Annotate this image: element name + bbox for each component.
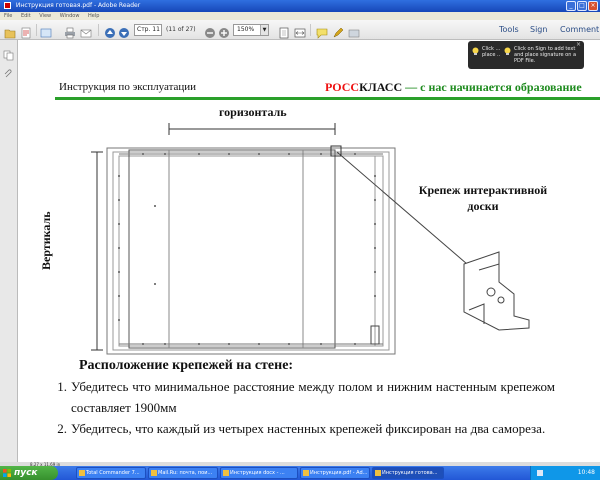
menu-window[interactable]: Window (60, 13, 80, 19)
brand-name-dark: КЛАСС (359, 80, 403, 94)
list-item: 1. Убедитесь что минимальное расстояние … (55, 376, 555, 418)
app-icon (303, 470, 309, 476)
sign-pane-button[interactable]: Sign (530, 24, 547, 36)
toolbar-separator (36, 24, 37, 36)
document-view[interactable]: Инструкция по эксплуатации РОССКЛАСС — с… (19, 40, 600, 462)
app-icon (151, 470, 157, 476)
taskbar-item-label: Инструкция.pdf - Ad... (310, 470, 368, 476)
highlight-icon[interactable] (332, 24, 344, 38)
taskbar-item[interactable]: Инструкция docx - ... (220, 467, 298, 479)
brand-tagline: — с нас начинается образование (402, 80, 582, 94)
taskbar-item[interactable]: Инструкция.pdf - Ad... (300, 467, 370, 479)
page-count: (11 of 27) (166, 26, 196, 33)
close-button[interactable]: × (588, 1, 598, 11)
attachments-icon[interactable] (3, 64, 14, 78)
comment-note-icon[interactable] (316, 24, 328, 39)
brand-name-red: РОСС (325, 80, 360, 94)
comment-pane-button[interactable]: Comment (560, 24, 599, 36)
fit-page-icon[interactable] (278, 24, 290, 39)
windows-logo-icon (3, 469, 11, 477)
tooltip-text: Click on Sign to add text and place sign… (514, 46, 577, 64)
window-title: Инструкция готовая.pdf - Adobe Reader (15, 2, 141, 9)
menu-file[interactable]: File (4, 13, 12, 19)
previous-page-icon[interactable] (104, 24, 116, 38)
header-rule (55, 97, 600, 100)
toolbar: Стр. 11 (11 of 27) 150% ▼ Tools Sign Com… (0, 20, 600, 40)
zoom-select[interactable]: 150% ▼ (233, 24, 269, 36)
maximize-button[interactable]: □ (577, 1, 587, 11)
menu-bar: File Edit View Window Help (0, 12, 600, 20)
list-number: 2. (57, 421, 67, 436)
vertical-label: Вертикаль (39, 211, 53, 270)
zoom-out-icon[interactable] (204, 24, 216, 38)
create-pdf-icon[interactable] (20, 24, 32, 39)
lightbulb-icon (472, 47, 479, 55)
list-text: Убедитесь что минимальное расстояние меж… (71, 379, 555, 415)
mount-label-line2: доски (467, 199, 499, 213)
lightbulb-icon (504, 47, 511, 55)
list-number: 1. (57, 379, 67, 394)
fit-width-icon[interactable] (294, 24, 306, 38)
open-icon[interactable] (4, 24, 16, 39)
taskbar-item[interactable]: Mail.Ru: почта, пои... (148, 467, 218, 479)
menu-view[interactable]: View (39, 13, 51, 19)
email-icon[interactable] (80, 24, 92, 38)
navigation-pane (0, 40, 18, 462)
zoom-value: 150% (237, 26, 255, 33)
adobe-reader-window: Инструкция готовая.pdf - Adobe Reader _ … (0, 0, 600, 480)
list-item: 2. Убедитесь, что каждый из четырех наст… (55, 418, 555, 439)
menu-help[interactable]: Help (88, 13, 99, 19)
title-bar: Инструкция готовая.pdf - Adobe Reader _ … (0, 0, 600, 12)
taskbar-item-label: Mail.Ru: почта, пои... (158, 470, 213, 476)
mount-label: Крепеж интерактивной доски (403, 182, 563, 214)
mounting-diagram (91, 123, 530, 355)
tooltip-text: Click ... place ... (482, 46, 502, 58)
toolbar-separator (310, 24, 311, 36)
taskbar-item-label: Инструкция docx - ... (230, 470, 285, 476)
adobe-reader-icon (4, 2, 11, 9)
tools-pane-button[interactable]: Tools (499, 24, 519, 36)
toolbar-separator (98, 24, 99, 36)
list-text: Убедитесь, что каждый из четырех настенн… (71, 421, 546, 436)
section-title: Расположение крепежей на стене: (79, 358, 294, 373)
taskbar-item-label: Инструкция готова... (382, 470, 438, 476)
mount-label-line1: Крепеж интерактивной (418, 183, 548, 197)
brand-slogan: РОССКЛАСС — с нас начинается образование (325, 80, 582, 95)
window-controls: _ □ × (566, 1, 598, 11)
clock[interactable]: 10:48 (578, 469, 595, 476)
share-icon[interactable] (348, 24, 360, 38)
start-button[interactable]: пуск (0, 466, 58, 480)
close-icon[interactable]: × (576, 42, 581, 48)
page-header-title: Инструкция по эксплуатации (59, 81, 197, 93)
taskbar: пуск Total Commander 7... Mail.Ru: почта… (0, 466, 600, 480)
instruction-list: 1. Убедитесь что минимальное расстояние … (55, 376, 555, 439)
menu-edit[interactable]: Edit (21, 13, 31, 19)
page-number-input[interactable]: Стр. 11 (134, 24, 162, 36)
taskbar-item-label: Total Commander 7... (86, 470, 140, 476)
network-icon[interactable] (537, 470, 543, 476)
sign-tooltip[interactable]: × Click on Sign to add text and place si… (500, 41, 584, 69)
next-page-icon[interactable] (118, 24, 130, 38)
app-icon (79, 470, 85, 476)
page-thumbnails-icon[interactable] (3, 46, 14, 61)
taskbar-item[interactable]: Total Commander 7... (76, 467, 146, 479)
horizontal-label: горизонталь (219, 105, 287, 119)
edit-pdf-icon[interactable] (40, 24, 52, 38)
app-icon (375, 470, 381, 476)
minimize-button[interactable]: _ (566, 1, 576, 11)
app-icon (223, 470, 229, 476)
start-label: пуск (14, 468, 38, 478)
taskbar-item-active[interactable]: Инструкция готова... (372, 467, 444, 479)
print-icon[interactable] (64, 24, 76, 39)
system-tray: 10:48 (530, 466, 600, 480)
zoom-in-icon[interactable] (218, 24, 230, 38)
chevron-down-icon[interactable]: ▼ (260, 25, 268, 35)
